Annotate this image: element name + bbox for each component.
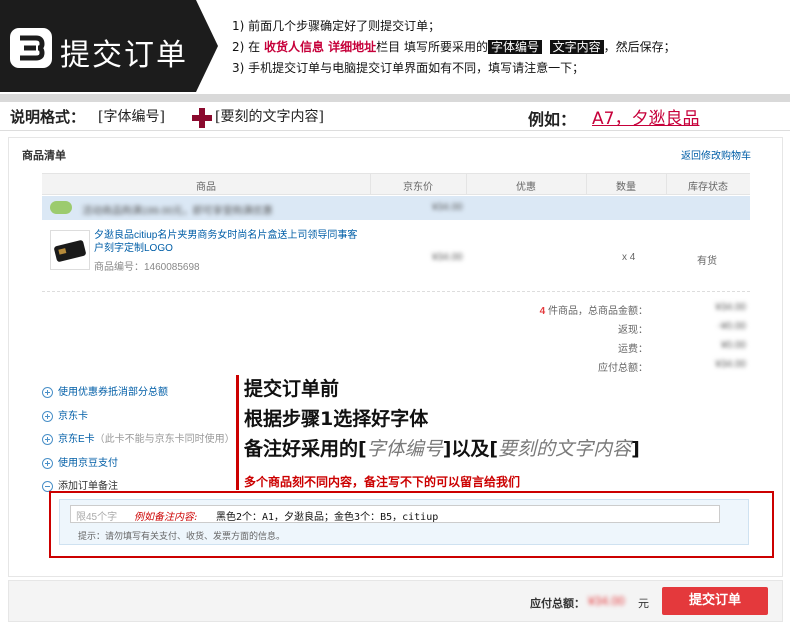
annotation-line-2: 根据步骤1选择好字体	[244, 408, 429, 430]
product-thumbnail[interactable]	[50, 230, 90, 270]
total-value: ¥34.00	[588, 594, 625, 608]
back-to-cart-link[interactable]: 返回修改购物车	[681, 147, 751, 162]
plus-icon	[192, 108, 212, 128]
remark-panel: 限45个字 例如备注内容: 黑色2个：A1，夕逖良品；金色3个：B5，citiu…	[59, 499, 749, 545]
table-header: 商品 京东价 优惠 数量 库存状态	[42, 173, 750, 195]
step-banner: 提交订单 1) 前面几个步骤确定好了则提交订单； 2) 在 收货人信息 详细地址…	[0, 0, 790, 92]
remark-example-value: 黑色2个：A1，夕逖良品；金色3个：B5，citiup	[216, 512, 439, 523]
example-value: A7，夕逖良品	[592, 109, 700, 129]
divider-bar	[0, 94, 790, 102]
promo-text: 活动商品购满199.00元，即可享受购满优惠	[82, 206, 273, 217]
option-coupon[interactable]: 使用优惠券抵消部分总额	[42, 386, 235, 410]
annotation-note: 多个商品刻不同内容，备注写不下的可以留言给我们	[244, 475, 521, 489]
instruction-2: 2) 在 收货人信息 详细地址栏目 填写所要采用的 字体编号 文字内容 ，然后保存；	[232, 40, 676, 54]
order-remark-input[interactable]: 限45个字 例如备注内容: 黑色2个：A1，夕逖良品；金色3个：B5，citiu…	[70, 505, 720, 523]
highlight-address: 收货人信息 详细地址	[263, 40, 377, 54]
order-options: 使用优惠券抵消部分总额 京东卡 京东E卡（此卡不能与京东卡同时使用） 使用京豆支…	[42, 386, 235, 504]
col-stock: 库存状态	[688, 182, 728, 193]
total-unit: 元	[638, 598, 649, 610]
annotation-bar	[236, 375, 239, 490]
col-price: 京东价	[403, 182, 433, 193]
remark-highlight-box: 限45个字 例如备注内容: 黑色2个：A1，夕逖良品；金色3个：B5，citiu…	[49, 491, 774, 558]
instruction-3: 3) 手机提交订单与电脑提交订单界面如有不同，填写请注意一下；	[232, 61, 585, 75]
promo-price: ¥34.00	[432, 202, 463, 213]
col-product: 商品	[196, 182, 216, 193]
remark-example-label: 例如备注内容:	[134, 512, 198, 523]
promo-row: 活动商品购满199.00元，即可享受购满优惠 ¥34.00	[42, 196, 750, 220]
product-price: ¥34.00	[432, 252, 463, 263]
annotation: 提交订单前 根据步骤1选择好字体 备注好采用的[字体编号]以及[要刻的文字内容]	[244, 374, 640, 464]
option-jd-card[interactable]: 京东卡	[42, 410, 235, 434]
option-jd-beans[interactable]: 使用京豆支付	[42, 457, 235, 481]
annotation-line-3: 备注好采用的[字体编号]以及[要刻的文字内容]	[244, 438, 640, 460]
summary-cashback: 返现： -¥0.00	[618, 321, 746, 336]
divider	[0, 130, 790, 131]
summary-goods-total: 4 件商品，总商品金额： ¥34.00	[539, 302, 746, 317]
expand-plus-icon	[42, 410, 53, 422]
summary-shipping: 运费： ¥0.00	[618, 340, 746, 355]
format-font-code: [字体编号]	[98, 109, 165, 125]
table-row: 夕逖良品citiup名片夹男商务女时尚名片盒送上司领导同事客户刻字定制LOGO …	[42, 222, 750, 290]
tag-text-content: 文字内容	[549, 40, 604, 54]
tag-font-code: 字体编号	[487, 40, 542, 54]
banner-title: 提交订单	[60, 38, 188, 73]
product-stock: 有货	[697, 256, 717, 267]
format-text-content: [要刻的文字内容]	[215, 109, 324, 125]
step-number-icon	[10, 28, 52, 68]
format-label: 说明格式：	[10, 108, 86, 126]
step-instructions: 1) 前面几个步骤确定好了则提交订单； 2) 在 收货人信息 详细地址栏目 填写…	[232, 16, 676, 79]
remark-placeholder: 限45个字	[76, 512, 118, 523]
product-name-link[interactable]: 夕逖良品citiup名片夹男商务女时尚名片盒送上司领导同事客户刻字定制LOGO	[94, 229, 364, 255]
promo-tag-icon	[50, 201, 72, 214]
expand-plus-icon	[42, 457, 53, 469]
option-jd-ecard[interactable]: 京东E卡（此卡不能与京东卡同时使用）	[42, 433, 235, 457]
annotation-line-1: 提交订单前	[244, 378, 340, 400]
col-discount: 优惠	[516, 182, 536, 193]
total-label: 应付总额：	[530, 598, 585, 610]
expand-plus-icon	[42, 434, 53, 445]
card-case-image	[53, 239, 87, 263]
product-qty: x 4	[622, 252, 636, 263]
col-qty: 数量	[616, 182, 636, 193]
product-code: 商品编号：1460085698	[94, 262, 200, 273]
example-label: 例如：	[528, 110, 577, 129]
submit-order-button[interactable]: 提交订单	[662, 587, 768, 615]
order-summary: 4 件商品，总商品金额： ¥34.00 返现： -¥0.00 运费： ¥0.00…	[460, 300, 748, 376]
remark-hint: 提示：请勿填写有关支付、收货、发票方面的信息。	[78, 531, 286, 541]
instruction-1: 1) 前面几个步骤确定好了则提交订单；	[232, 19, 441, 33]
dashed-divider	[42, 291, 750, 292]
goods-total-value: ¥34.00	[715, 302, 746, 313]
product-list-title: 商品清单	[22, 150, 66, 162]
expand-plus-icon	[42, 387, 53, 398]
